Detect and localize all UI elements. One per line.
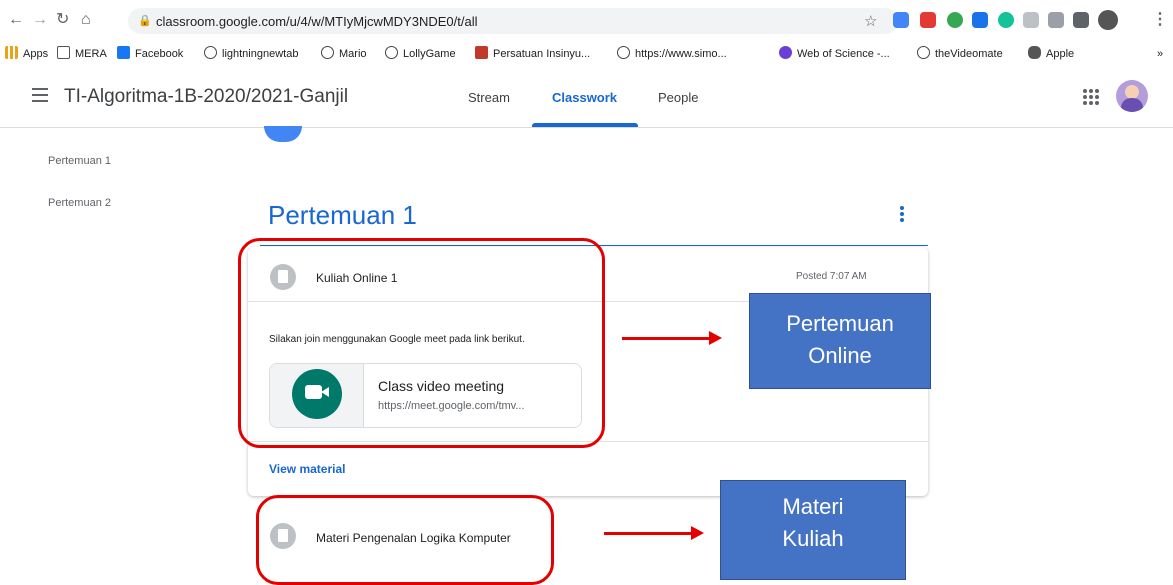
bookmark-apps[interactable]: Apps (5, 46, 48, 62)
browser-chrome: ← → ↻ ⌂ 🔒 classroom.google.com/u/4/w/MTI… (0, 0, 1173, 70)
browser-menu-icon[interactable]: ⋮ (1152, 10, 1168, 30)
apple-icon (1028, 46, 1041, 59)
back-icon[interactable]: ← (8, 10, 24, 30)
callout-pertemuan-online: Pertemuan Online (749, 293, 931, 389)
globe-icon (321, 46, 334, 59)
topic-pertemuan-2[interactable]: Pertemuan 2 (48, 197, 111, 209)
bookmark-lollygame[interactable]: LollyGame (385, 46, 456, 62)
bookmark-facebook[interactable]: Facebook (117, 46, 183, 62)
bookmark-thevideomate[interactable]: theVideomate (917, 46, 1003, 62)
bookmark-star-icon[interactable]: ☆ (864, 12, 877, 30)
classroom-header: TI-Algoritma-1B-2020/2021-Ganjil Stream … (0, 70, 1173, 128)
hamburger-menu-icon[interactable] (32, 88, 48, 102)
url-text[interactable]: classroom.google.com/u/4/w/MTIyMjcwMDY3N… (156, 14, 477, 29)
topic-pertemuan-1[interactable]: Pertemuan 1 (48, 155, 111, 167)
view-material-link[interactable]: View material (269, 462, 346, 476)
tab-classwork[interactable]: Classwork (552, 90, 617, 105)
facebook-icon (117, 46, 130, 59)
extension-icon[interactable] (920, 12, 936, 28)
folder-icon (57, 46, 70, 59)
bookmark-apple[interactable]: Apple (1028, 46, 1074, 62)
extension-icon[interactable] (947, 12, 963, 28)
callout-materi-kuliah: Materi Kuliah (720, 480, 906, 580)
extension-icon[interactable] (893, 12, 909, 28)
extension-icon[interactable] (1023, 12, 1039, 28)
tab-people[interactable]: People (658, 90, 698, 105)
lock-icon: 🔒 (138, 15, 152, 27)
extension-icon[interactable] (998, 12, 1014, 28)
reload-icon[interactable]: ↻ (56, 10, 69, 30)
arrow-icon (604, 526, 704, 540)
address-bar[interactable]: 🔒 classroom.google.com/u/4/w/MTIyMjcwMDY… (128, 8, 898, 34)
google-apps-icon[interactable] (1083, 89, 1099, 105)
posted-time: Posted 7:07 AM (796, 271, 867, 282)
active-tab-indicator (532, 123, 638, 127)
bookmark-mera[interactable]: MERA (57, 46, 107, 62)
avatar[interactable] (1116, 80, 1148, 112)
globe-icon (204, 46, 217, 59)
bookmarks-overflow[interactable]: » (1157, 46, 1163, 62)
section-title: Pertemuan 1 (268, 200, 417, 230)
globe-icon (917, 46, 930, 59)
bookmark-persatuan[interactable]: Persatuan Insinyu... (475, 46, 590, 62)
highlight-box (238, 238, 605, 448)
globe-icon (385, 46, 398, 59)
extension-icon[interactable] (972, 12, 988, 28)
profile-icon[interactable] (1098, 10, 1118, 30)
bookmarks-bar: Apps MERA Facebook lightningnewtab Mario… (0, 42, 1173, 66)
apps-grid-icon (5, 46, 18, 59)
home-icon[interactable]: ⌂ (81, 10, 91, 30)
extension-icon[interactable] (1048, 12, 1064, 28)
bookmark-lightningnewtab[interactable]: lightningnewtab (204, 46, 298, 62)
bookmark-simo[interactable]: https://www.simo... (617, 46, 727, 62)
highlight-box (256, 495, 554, 585)
web-of-science-icon (779, 46, 792, 59)
more-options-icon[interactable] (896, 206, 908, 226)
forward-icon[interactable]: → (32, 10, 48, 30)
tab-stream[interactable]: Stream (468, 90, 510, 105)
puzzle-icon[interactable] (1073, 12, 1089, 28)
class-title[interactable]: TI-Algoritma-1B-2020/2021-Ganjil (64, 86, 348, 108)
bookmark-web-of-science[interactable]: Web of Science -... (779, 46, 890, 62)
site-logo-icon (475, 46, 488, 59)
topic-icon (264, 126, 302, 142)
globe-icon (617, 46, 630, 59)
arrow-icon (622, 331, 722, 345)
bookmark-mario[interactable]: Mario (321, 46, 367, 62)
